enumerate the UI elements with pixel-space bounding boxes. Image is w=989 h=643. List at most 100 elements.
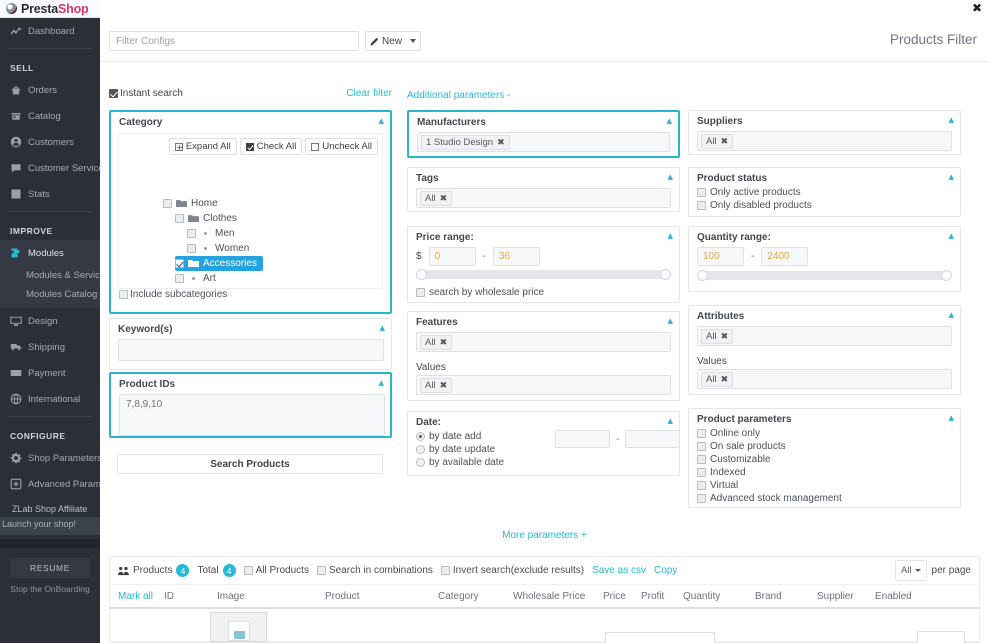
column-supplier[interactable]: Supplier [817, 591, 875, 602]
column-category[interactable]: Category [438, 591, 513, 602]
quantity-max-input[interactable] [761, 247, 809, 266]
attribute-tag[interactable]: All ✖ [701, 328, 734, 344]
include-subcategories-toggle[interactable]: Include subcategories [119, 289, 227, 300]
column-quantity[interactable]: Quantity [683, 591, 755, 602]
quantity-slider-min-handle[interactable] [697, 270, 708, 281]
sidebar-item-modules[interactable]: Modules [0, 240, 100, 266]
product-ids-input[interactable] [119, 394, 385, 436]
column-image[interactable]: Image [217, 591, 325, 602]
sidebar-item-stats[interactable]: Stats [0, 181, 100, 207]
category-node-art[interactable]: Art [175, 271, 263, 286]
product-thumbnail[interactable] [210, 612, 267, 642]
param-on-sale-products[interactable]: On sale products [689, 440, 960, 453]
param-checkbox[interactable] [697, 494, 706, 503]
suppliers-select[interactable]: All ✖ [697, 131, 952, 151]
category-checkbox[interactable] [163, 199, 172, 208]
status-option-only-disabled[interactable]: Only disabled products [689, 199, 960, 212]
collapse-icon[interactable]: ▴ [379, 323, 385, 334]
search-products-button[interactable]: Search Products [117, 454, 383, 474]
supplier-tag[interactable]: All ✖ [701, 133, 734, 149]
price-min-input[interactable] [428, 247, 476, 266]
quantity-slider-max-handle[interactable] [941, 270, 952, 281]
category-node-home[interactable]: Home [163, 196, 263, 211]
category-checkbox[interactable] [175, 214, 184, 223]
date-to-input[interactable] [625, 430, 681, 448]
feature-value-tag[interactable]: All ✖ [420, 377, 453, 393]
sidebar-item-design[interactable]: Design [0, 308, 100, 334]
sidebar-item-dashboard[interactable]: Dashboard [0, 18, 100, 44]
collapse-icon[interactable]: ▴ [667, 316, 673, 327]
invert-search-toggle[interactable]: Invert search(exclude results) [440, 565, 584, 576]
new-config-button[interactable]: New [365, 31, 421, 51]
attribute-value-tag[interactable]: All ✖ [701, 371, 734, 387]
category-node-men[interactable]: Men [187, 226, 263, 241]
status-checkbox[interactable] [697, 188, 706, 197]
column-id[interactable]: ID [164, 591, 217, 602]
manufacturers-select[interactable]: 1 Studio Design ✖ [417, 132, 670, 152]
instant-search-checkbox[interactable] [109, 89, 118, 98]
sidebar-item-advanced-parameters[interactable]: Advanced Parameters [0, 471, 100, 497]
onboarding-resume-button[interactable]: RESUME [10, 558, 90, 578]
date-from-input[interactable] [555, 430, 610, 448]
param-indexed[interactable]: Indexed [689, 466, 960, 479]
filter-configs-input[interactable] [109, 31, 359, 51]
tags-select[interactable]: All ✖ [416, 188, 671, 208]
additional-parameters-link[interactable]: Additional parameters - [407, 90, 510, 101]
column-mark-all[interactable]: Mark all [110, 591, 164, 602]
param-online-only[interactable]: Online only [689, 427, 960, 440]
param-checkbox[interactable] [697, 442, 706, 451]
price-max-input[interactable] [492, 247, 540, 266]
remove-tag-icon[interactable]: ✖ [440, 193, 448, 204]
quantity-range-slider[interactable] [697, 270, 952, 281]
price-slider-max-handle[interactable] [660, 269, 671, 280]
category-checkbox[interactable] [187, 229, 196, 238]
uncheck-all-button[interactable]: Uncheck All [305, 138, 378, 155]
sidebar-item-international[interactable]: International [0, 386, 100, 412]
tag-chip[interactable]: All ✖ [420, 190, 453, 206]
save-as-csv-link[interactable]: Save as csv [592, 565, 646, 576]
price-slider-min-handle[interactable] [416, 269, 427, 280]
attributes-values-select[interactable]: All ✖ [697, 369, 952, 389]
sidebar-item-shop-parameters[interactable]: Shop Parameters [0, 445, 100, 471]
param-advanced-stock-management[interactable]: Advanced stock management [689, 492, 960, 505]
search-in-combinations-checkbox[interactable] [316, 566, 326, 575]
collapse-icon[interactable]: ▴ [378, 378, 384, 389]
sidebar-item-catalog[interactable]: Catalog [0, 103, 100, 129]
category-checkbox[interactable] [187, 244, 196, 253]
more-parameters-link[interactable]: More parameters + [100, 530, 989, 541]
column-wholesale-price[interactable]: Wholesale Price [513, 591, 603, 602]
collapse-icon[interactable]: ▴ [667, 231, 673, 242]
features-values-select[interactable]: All ✖ [416, 375, 671, 395]
feature-tag[interactable]: All ✖ [420, 334, 453, 350]
category-node-clothes[interactable]: Clothes [175, 211, 263, 226]
column-product[interactable]: Product [325, 591, 438, 602]
column-price[interactable]: Price [603, 591, 641, 602]
date-option-by-available-date[interactable]: by available date [408, 456, 679, 469]
sidebar-item-customer-service[interactable]: Customer Service [0, 155, 100, 181]
category-checkbox[interactable] [175, 274, 184, 283]
per-page-select[interactable]: All [894, 560, 927, 581]
include-subcategories-checkbox[interactable] [119, 290, 128, 299]
sidebar-item-payment[interactable]: Payment [0, 360, 100, 386]
attributes-select[interactable]: All ✖ [697, 326, 952, 346]
category-node-accessories[interactable]: Accessories [175, 256, 263, 271]
sidebar-item-orders[interactable]: Orders [0, 77, 100, 103]
sidebar-item-zlab-affiliate[interactable]: ZLab Shop Affiliate [0, 501, 100, 517]
row-wholesale-price-input[interactable] [605, 632, 715, 643]
sidebar-item-shipping[interactable]: Shipping [0, 334, 100, 360]
status-checkbox[interactable] [697, 201, 706, 210]
remove-tag-icon[interactable]: ✖ [440, 337, 448, 348]
remove-tag-icon[interactable]: ✖ [721, 331, 729, 342]
category-node-women[interactable]: Women [187, 241, 263, 256]
date-radio[interactable] [416, 445, 425, 454]
wholesale-price-checkbox[interactable] [416, 288, 425, 297]
collapse-icon[interactable]: ▴ [948, 310, 954, 321]
instant-search-toggle[interactable]: Instant search [109, 88, 183, 99]
remove-tag-icon[interactable]: ✖ [440, 380, 448, 391]
column-brand[interactable]: Brand [755, 591, 817, 602]
copy-link[interactable]: Copy [654, 565, 677, 576]
clear-filter-link[interactable]: Clear filter [346, 88, 392, 99]
quantity-min-input[interactable] [697, 247, 744, 266]
features-select[interactable]: All ✖ [416, 332, 671, 352]
param-checkbox[interactable] [697, 468, 706, 477]
